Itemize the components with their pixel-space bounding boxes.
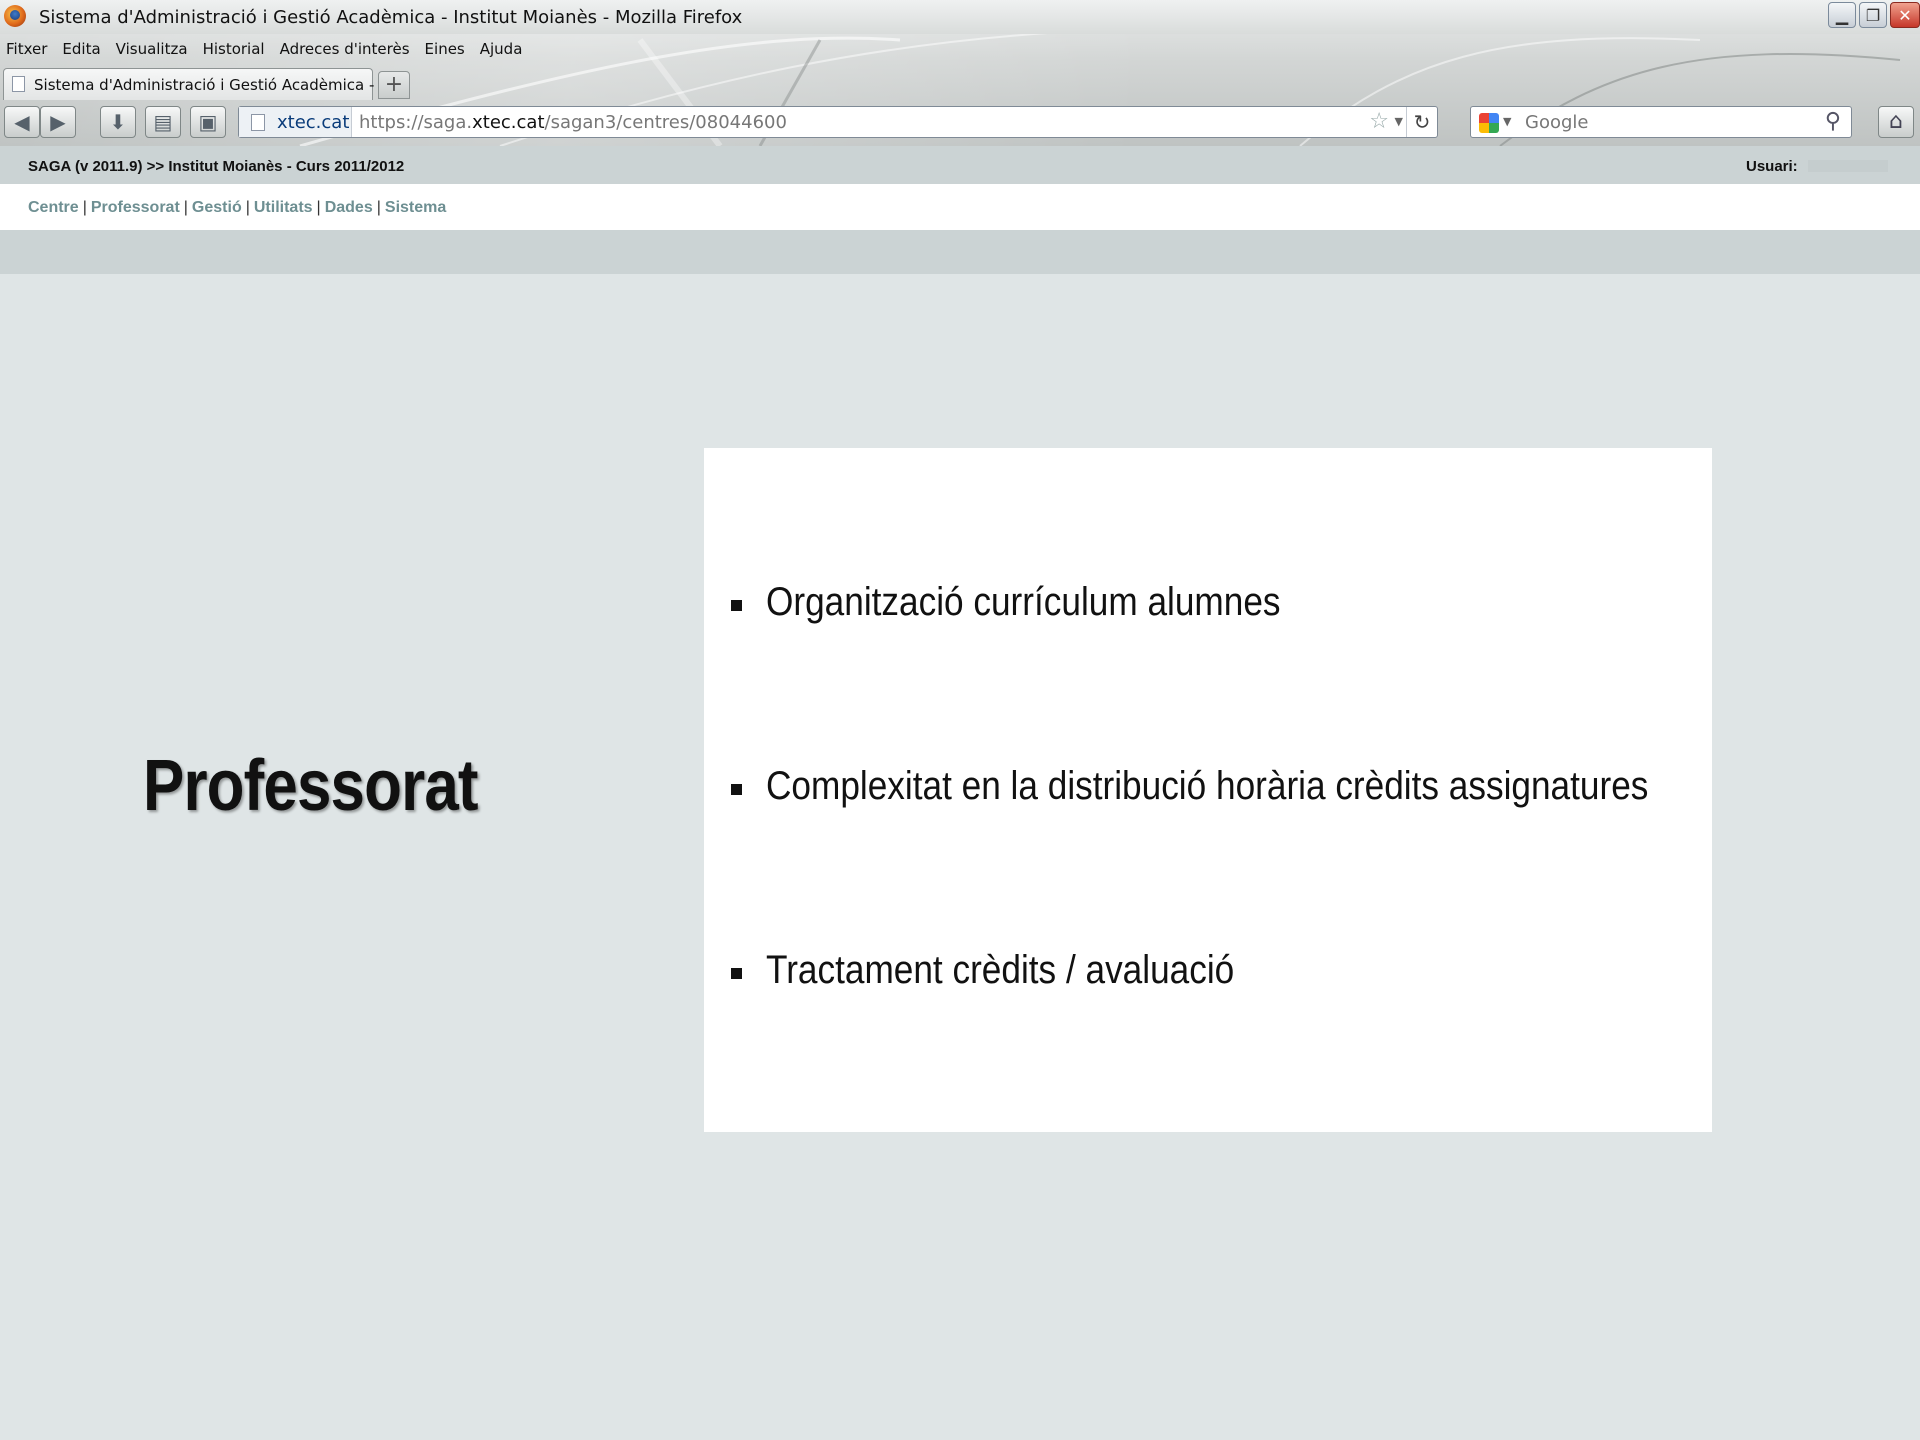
google-icon[interactable] xyxy=(1479,113,1499,133)
menu-historial[interactable]: Historial xyxy=(197,38,274,64)
search-bar[interactable]: ▼ Google ⚲ xyxy=(1470,106,1852,138)
save-page-button[interactable]: ▣ xyxy=(190,106,226,138)
search-placeholder: Google xyxy=(1525,112,1589,133)
saga-nav: Centre | Professorat | Gestió | Utilitats | Dade… xyxy=(0,184,1920,230)
page-icon xyxy=(12,76,25,92)
user-label: Usuari: xyxy=(1746,158,1798,175)
tab-label: Sistema d'Administració i Gestió Acadèmi… xyxy=(34,76,394,94)
bullet-text: Complexitat en la distribució horària cr… xyxy=(766,764,1649,808)
firefox-logo-icon xyxy=(4,5,26,27)
site-name: xtec.cat xyxy=(277,112,350,133)
bullet-square-icon xyxy=(731,784,742,795)
restore-button[interactable]: ❐ xyxy=(1859,2,1887,28)
bullet-text: Tractament crèdits / avaluació xyxy=(766,948,1235,992)
bullet-text: Organització currículum alumnes xyxy=(766,580,1281,624)
back-arrow-icon: ◀ xyxy=(14,110,30,134)
printer-icon: ▤ xyxy=(153,110,173,134)
magnifier-icon[interactable]: ⚲ xyxy=(1825,109,1841,134)
title-bar: Sistema d'Administració i Gestió Acadèmi… xyxy=(0,0,1920,34)
nav-professorat[interactable]: Professorat xyxy=(91,199,180,216)
forward-button[interactable]: ▶ xyxy=(40,106,76,138)
user-value-redacted xyxy=(1808,160,1888,172)
menu-edita[interactable]: Edita xyxy=(56,38,109,64)
url-text[interactable]: https://saga.xtec.cat/sagan3/centres/080… xyxy=(359,112,787,133)
nav-gestio[interactable]: Gestió xyxy=(192,199,242,216)
download-icon: ⬇ xyxy=(109,110,127,134)
new-tab-button[interactable]: + xyxy=(378,71,410,99)
slide-heading: Professorat xyxy=(143,746,479,826)
home-icon: ⌂ xyxy=(1889,109,1903,134)
minimize-button[interactable]: ▁ xyxy=(1828,2,1856,28)
menu-adreces[interactable]: Adreces d'interès xyxy=(274,38,419,64)
save-icon: ▣ xyxy=(198,110,218,134)
bullet-panel: Organització currículum alumnes Complexi… xyxy=(704,448,1712,1132)
url-bar[interactable]: xtec.cat https://saga.xtec.cat/sagan3/ce… xyxy=(238,106,1438,138)
tab-saga[interactable]: Sistema d'Administració i Gestió Acadèmi… xyxy=(3,68,393,100)
menu-visualitza[interactable]: Visualitza xyxy=(110,38,197,64)
bullet-square-icon xyxy=(731,600,742,611)
downloads-button[interactable]: ⬇ xyxy=(100,106,136,138)
nav-dades[interactable]: Dades xyxy=(325,199,373,216)
home-button[interactable]: ⌂ xyxy=(1878,106,1914,138)
close-button[interactable]: ✕ xyxy=(1890,2,1920,28)
nav-utilitats[interactable]: Utilitats xyxy=(254,199,313,216)
bookmark-star-icon[interactable]: ☆ xyxy=(1369,109,1389,134)
bullet-square-icon xyxy=(731,968,742,979)
window-title: Sistema d'Administració i Gestió Acadèmi… xyxy=(39,7,743,28)
forward-arrow-icon: ▶ xyxy=(50,110,66,134)
nav-centre[interactable]: Centre xyxy=(28,199,79,216)
menu-fitxer[interactable]: Fitxer xyxy=(0,38,56,64)
menu-ajuda[interactable]: Ajuda xyxy=(474,38,532,64)
saga-subheader-band xyxy=(0,230,1920,274)
window-controls: ▁ ❐ ✕ xyxy=(1828,2,1920,28)
saga-header: SAGA (v 2011.9) >> Institut Moianès - Cu… xyxy=(0,146,1920,184)
site-identity[interactable]: xtec.cat xyxy=(239,107,352,137)
page-icon xyxy=(251,114,265,131)
back-button[interactable]: ◀ xyxy=(4,106,40,138)
menu-bar: Fitxer Edita Visualitza Historial Adrece… xyxy=(0,38,531,64)
menu-eines[interactable]: Eines xyxy=(419,38,474,64)
reload-icon[interactable]: ↻ xyxy=(1406,107,1437,137)
nav-sistema[interactable]: Sistema xyxy=(385,199,446,216)
history-dropdown-icon[interactable]: ▼ xyxy=(1395,115,1403,128)
navigation-toolbar: ◀ ▶ ⬇ ▤ ▣ xtec.cat https://saga.xtec.cat… xyxy=(0,104,1920,142)
print-button[interactable]: ▤ xyxy=(145,106,181,138)
search-engine-dropdown-icon[interactable]: ▼ xyxy=(1503,115,1511,128)
saga-title: SAGA (v 2011.9) >> Institut Moianès - Cu… xyxy=(28,158,405,175)
browser-chrome: Sistema d'Administració i Gestió Acadèmi… xyxy=(0,0,1920,146)
